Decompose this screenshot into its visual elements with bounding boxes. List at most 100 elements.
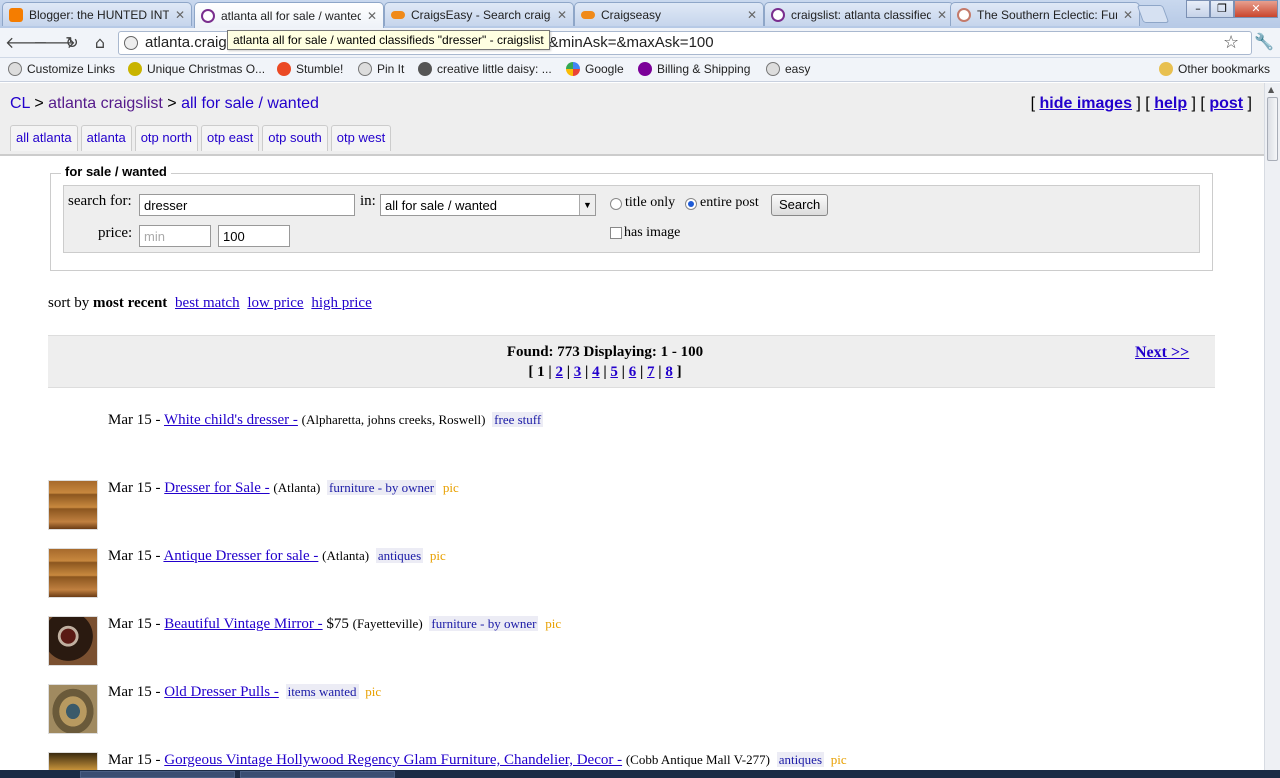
hide-images-link[interactable]: hide images [1039, 95, 1131, 112]
breadcrumb-cl-link[interactable]: CL [10, 95, 30, 112]
bookmark-pin-it[interactable]: Pin It [358, 62, 404, 76]
page-8-link[interactable]: 8 [665, 364, 673, 380]
listing-category-link[interactable]: antiques [776, 752, 825, 767]
search-query-input[interactable]: dresser [139, 194, 355, 216]
listing-title-link[interactable]: White child's dresser - [164, 412, 298, 428]
listing-row: Mar 15 - Dresser for Sale - (Atlanta) fu… [48, 480, 1208, 530]
scrollbar-thumb[interactable] [1267, 97, 1278, 161]
minimize-button[interactable]: – [1186, 0, 1210, 18]
close-icon[interactable]: ✕ [937, 8, 947, 22]
listing-category-link[interactable]: items wanted [285, 684, 359, 699]
window-close-button[interactable]: ✕ [1234, 0, 1278, 18]
subarea-tab-all-atlanta[interactable]: all atlanta [10, 125, 78, 151]
back-icon[interactable]: 🡐 [5, 32, 48, 54]
listing-category-link[interactable]: free stuff [492, 412, 544, 427]
bookmark-unique-christmas[interactable]: Unique Christmas O... [128, 62, 265, 76]
page-5-link[interactable]: 5 [610, 364, 618, 380]
has-image-checkbox[interactable] [610, 227, 622, 239]
subarea-tab-atlanta[interactable]: atlanta [80, 125, 132, 151]
search-button[interactable]: Search [771, 194, 829, 216]
next-page-link[interactable]: Next >> [1135, 344, 1189, 362]
browser-tab-blogger[interactable]: Blogger: the HUNTED INTI ✕ [2, 2, 192, 26]
new-tab-button[interactable] [1136, 5, 1170, 23]
bookmark-star-icon[interactable]: ☆ [1223, 32, 1239, 53]
sort-low-price[interactable]: low price [247, 295, 303, 311]
taskbar-item[interactable] [80, 771, 235, 778]
listing-date: Mar 15 - [108, 616, 161, 632]
listing-title-link[interactable]: Gorgeous Vintage Hollywood Regency Glam … [164, 752, 622, 768]
close-icon[interactable]: ✕ [175, 8, 185, 22]
forward-icon[interactable]: 🡒 [33, 32, 76, 54]
listing-thumbnail[interactable] [48, 684, 98, 734]
listing-title-link[interactable]: Old Dresser Pulls - [164, 684, 279, 700]
close-icon[interactable]: ✕ [557, 8, 567, 22]
listing-title-link[interactable]: Dresser for Sale - [164, 480, 269, 496]
breadcrumb-separator: > [34, 95, 44, 112]
browser-tab-southern-eclectic[interactable]: The Southern Eclectic: Fun ✕ [950, 2, 1140, 26]
tab-title: The Southern Eclectic: Fun [977, 7, 1117, 22]
folder-icon [1159, 62, 1173, 76]
scroll-up-icon[interactable]: ▲ [1268, 85, 1274, 94]
listing-category-link[interactable]: furniture - by owner [429, 616, 539, 631]
min-price-input[interactable]: min [139, 225, 211, 247]
maximize-button[interactable]: ❐ [1210, 0, 1234, 18]
title-only-radio[interactable] [610, 198, 622, 210]
listing-category-link[interactable]: antiques [375, 548, 424, 563]
browser-tab-craigseasy[interactable]: Craigseasy ✕ [574, 2, 764, 26]
subarea-tab-otp-east[interactable]: otp east [201, 125, 260, 151]
listing-thumbnail[interactable] [48, 616, 98, 666]
bookmark-label: Google [585, 62, 624, 76]
page-info-icon[interactable] [124, 36, 138, 50]
page-7-link[interactable]: 7 [647, 364, 655, 380]
browser-tab-atlanta-for-sale[interactable]: atlanta all for sale / wanted ✕ [194, 2, 384, 28]
category-select[interactable]: all for sale / wanted ▼ [380, 194, 596, 216]
listing-category-link[interactable]: furniture - by owner [327, 480, 437, 495]
help-link[interactable]: help [1154, 95, 1187, 112]
breadcrumb-city-link[interactable]: atlanta craigslist [48, 95, 163, 112]
search-for-label: search for: [68, 193, 132, 209]
bookmark-label: creative little daisy: ... [437, 62, 552, 76]
reload-icon[interactable]: ↻ [61, 32, 83, 54]
listing-thumbnail[interactable] [48, 548, 98, 598]
close-icon[interactable]: ✕ [747, 8, 757, 22]
bookmark-stumble[interactable]: Stumble! [277, 62, 343, 76]
page-6-link[interactable]: 6 [629, 364, 637, 380]
browser-tab-strip: Blogger: the HUNTED INTI ✕ atlanta all f… [0, 0, 1280, 28]
sort-high-price[interactable]: high price [311, 295, 371, 311]
subarea-tab-otp-south[interactable]: otp south [262, 125, 328, 151]
max-price-input[interactable]: 100 [218, 225, 290, 247]
page-3-link[interactable]: 3 [574, 364, 582, 380]
browser-tab-craigseasy-search[interactable]: CraigsEasy - Search craigsl ✕ [384, 2, 574, 26]
bookmark-billing-shipping[interactable]: Billing & Shipping [638, 62, 750, 76]
bookmark-label: easy [785, 62, 811, 76]
globe-icon [8, 62, 22, 76]
entire-post-radio[interactable] [685, 198, 697, 210]
sort-best-match[interactable]: best match [175, 295, 240, 311]
browser-tab-craigslist-atlanta[interactable]: craigslist: atlanta classified ✕ [764, 2, 954, 26]
bookmark-customize-links[interactable]: Customize Links [8, 62, 115, 76]
wrench-icon[interactable]: 🔧 [1254, 32, 1274, 51]
breadcrumb-section-link[interactable]: all for sale / wanted [181, 95, 319, 112]
bookmark-easy[interactable]: easy [766, 62, 810, 76]
listing-location: (Cobb Antique Mall V-277) [625, 752, 770, 767]
page-4-link[interactable]: 4 [592, 364, 600, 380]
os-taskbar [0, 770, 1280, 778]
listing-date: Mar 15 - [108, 752, 161, 768]
home-icon[interactable]: ⌂ [89, 32, 111, 54]
post-link[interactable]: post [1209, 95, 1243, 112]
bookmark-google[interactable]: Google [566, 62, 624, 76]
listing-title-link[interactable]: Beautiful Vintage Mirror - [164, 616, 322, 632]
bookmark-creative-little-daisy[interactable]: creative little daisy: ... [418, 62, 552, 76]
page-2-link[interactable]: 2 [555, 364, 563, 380]
subarea-tab-otp-north[interactable]: otp north [134, 125, 199, 151]
other-bookmarks[interactable]: Other bookmarks [1159, 62, 1270, 76]
page-scrollbar[interactable]: ▲ [1264, 83, 1280, 778]
subarea-tab-otp-west[interactable]: otp west [330, 125, 392, 151]
sort-prefix: sort by [48, 295, 90, 311]
listing-row: Mar 15 - Beautiful Vintage Mirror - $75 … [48, 616, 1208, 666]
taskbar-item[interactable] [240, 771, 395, 778]
close-icon[interactable]: ✕ [1123, 8, 1133, 22]
close-icon[interactable]: ✕ [367, 9, 377, 23]
listing-thumbnail[interactable] [48, 480, 98, 530]
listing-title-link[interactable]: Antique Dresser for sale - [163, 548, 318, 564]
